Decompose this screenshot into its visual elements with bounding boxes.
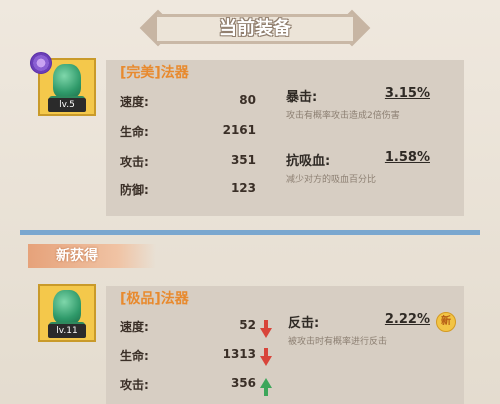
special-desc-anti-lifesteal: 减少对方的吸血百分比 (286, 175, 377, 185)
red-down-arrow-icon (260, 348, 272, 366)
special-desc-counter: 被攻击时有概率进行反击 (288, 337, 388, 347)
new-stat-value-attack: 356 (230, 376, 256, 390)
stat-value-speed: 80 (239, 93, 256, 107)
purple-swirl-icon (30, 52, 52, 74)
item-type: 法器 (160, 65, 189, 81)
special-label-anti-lifesteal: 抗吸血: (286, 154, 331, 169)
new-badge-icon: 新 (436, 312, 456, 332)
pagoda-gem-icon (53, 290, 81, 324)
new-stat-label-hp: 生命: (120, 349, 149, 363)
pagoda-gem-icon (53, 64, 81, 98)
stat-label-speed: 速度: (120, 95, 149, 109)
new-stat-label-attack: 攻击: (120, 378, 149, 392)
new-section-banner: 新获得 (28, 244, 156, 268)
new-stat-label-speed: 速度: (120, 320, 149, 334)
item-quality: [极品] (120, 291, 161, 307)
new-item-title: [极品]法器 (120, 288, 189, 308)
stat-value-hp: 2161 (222, 123, 256, 137)
stat-label-hp: 生命: (120, 125, 149, 139)
new-stat-value-speed: 52 (239, 318, 256, 332)
item-quality: [完美] (120, 65, 161, 81)
red-down-arrow-icon (260, 320, 272, 338)
item-type: 法器 (160, 291, 189, 307)
section-divider (20, 230, 480, 235)
green-up-arrow-icon (260, 378, 272, 396)
special-desc-crit: 攻击有概率攻击造成2倍伤害 (286, 111, 400, 121)
stat-label-attack: 攻击: (120, 155, 149, 169)
title-banner: 当前装备 (135, 8, 375, 50)
new-stat-value-hp: 1313 (222, 347, 256, 361)
new-section-title: 新获得 (56, 248, 98, 264)
new-item-icon[interactable]: lv.11 (38, 284, 96, 342)
special-value-counter: 2.22% (384, 312, 430, 327)
special-value-crit: 3.15% (384, 86, 430, 101)
special-label-counter: 反击: (288, 316, 320, 331)
stat-value-defense: 123 (230, 181, 256, 195)
item-level-label: lv.11 (48, 324, 86, 338)
page-title: 当前装备 (219, 18, 291, 39)
special-label-crit: 暴击: (286, 90, 318, 105)
stat-value-attack: 351 (230, 153, 256, 167)
item-level-label: lv.5 (48, 98, 86, 112)
special-value-anti-lifesteal: 1.58% (384, 150, 430, 165)
current-item-title: [完美]法器 (120, 62, 189, 82)
stat-label-defense: 防御: (120, 183, 149, 197)
current-item-card (106, 60, 464, 216)
